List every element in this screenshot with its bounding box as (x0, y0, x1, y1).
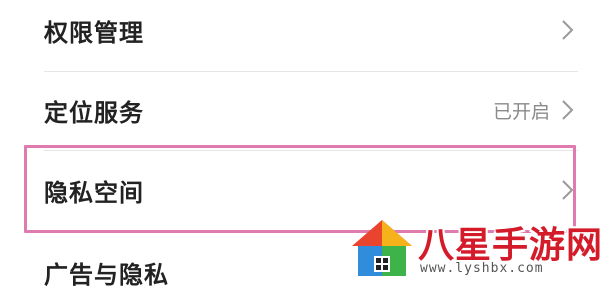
settings-item-location-services[interactable]: 定位服务 已开启 (0, 88, 600, 132)
chevron-right-icon (562, 20, 574, 40)
divider (44, 71, 578, 72)
house-logo-icon (352, 220, 412, 276)
settings-item-label: 权限管理 (44, 18, 144, 47)
watermark-url: www.lyshbx.com (420, 261, 544, 276)
settings-item-label: 定位服务 (44, 98, 144, 127)
settings-item-label: 广告与隐私 (44, 260, 169, 289)
settings-item-permission-management[interactable]: 权限管理 (0, 8, 600, 52)
chevron-right-icon (562, 100, 574, 120)
watermark: 八星手游网 www.lyshbx.com (350, 212, 600, 280)
settings-item-value: 已开启 (492, 100, 550, 123)
